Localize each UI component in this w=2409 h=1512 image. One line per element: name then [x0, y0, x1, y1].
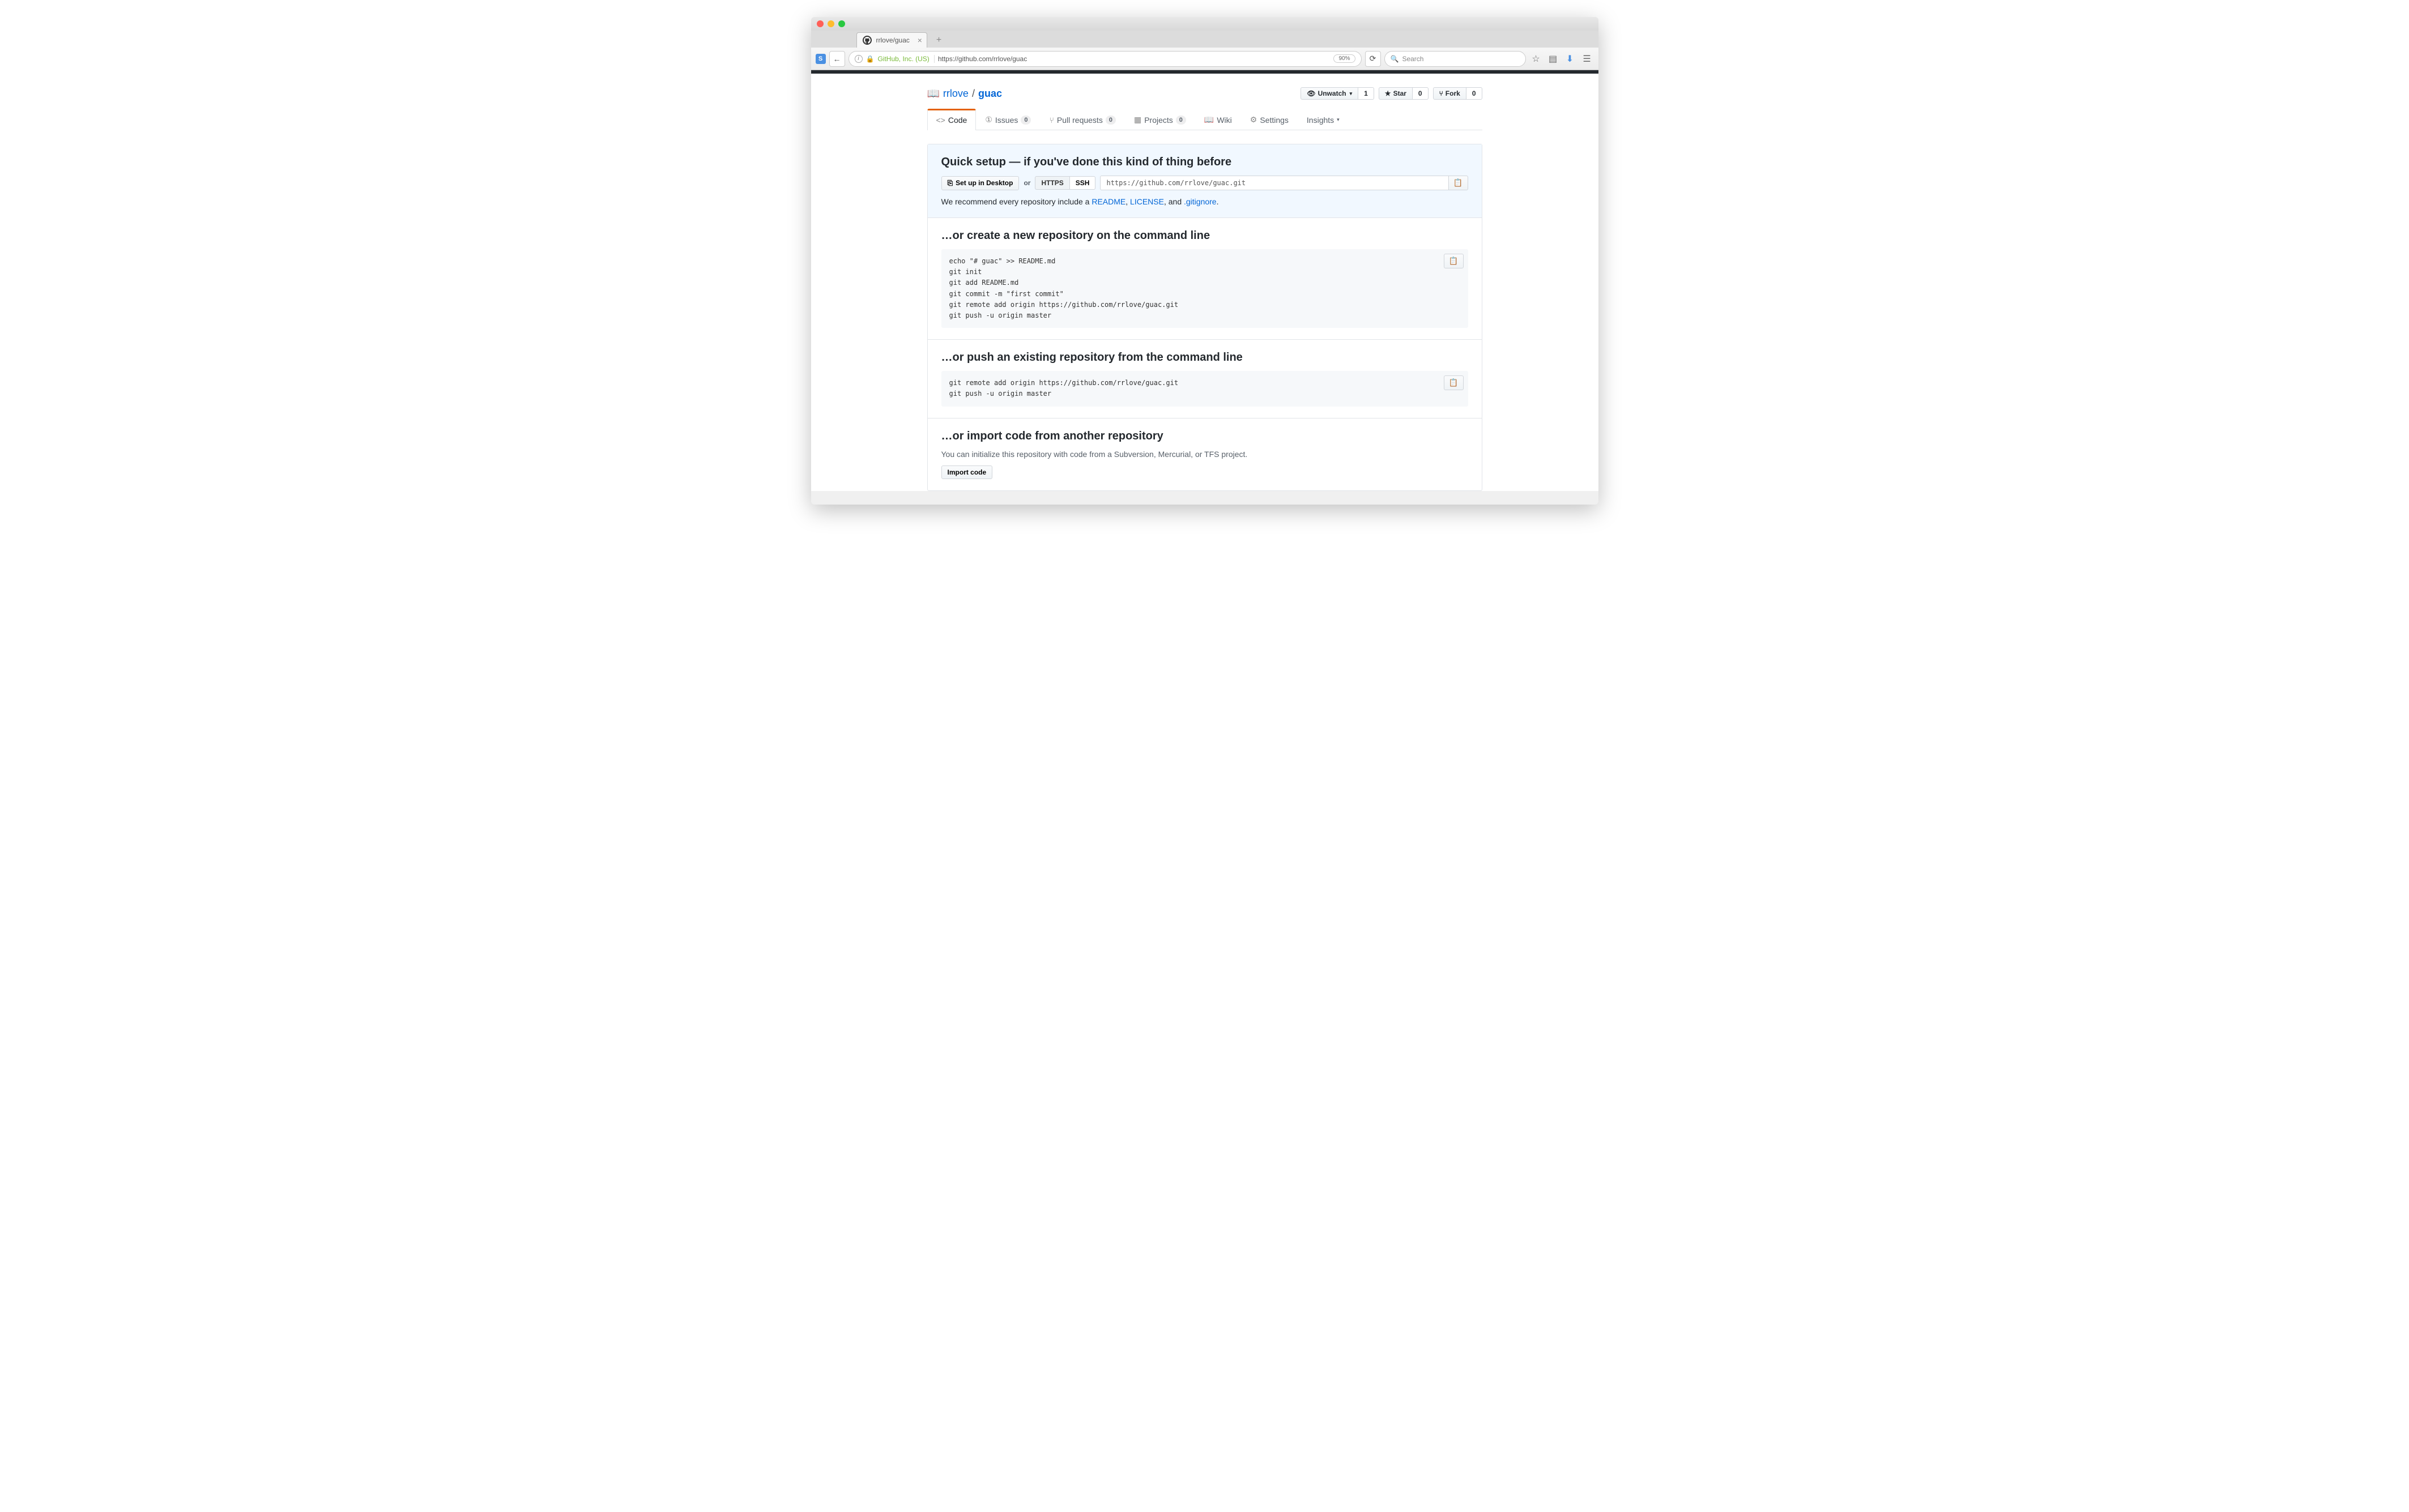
- projects-icon: ▦: [1134, 115, 1141, 125]
- protocol-toggle: HTTPS SSH: [1035, 176, 1095, 190]
- lock-icon: 🔒: [866, 55, 875, 63]
- search-bar[interactable]: 🔍 Search: [1384, 51, 1526, 67]
- clipboard-icon: 📋: [1449, 257, 1459, 265]
- back-button[interactable]: ←: [829, 51, 845, 67]
- issues-icon: ①: [985, 115, 992, 125]
- nav-insights[interactable]: Insights ▾: [1298, 109, 1349, 130]
- minimize-window-icon[interactable]: [828, 20, 834, 27]
- nav-code[interactable]: <>Code: [927, 109, 977, 130]
- repo-name: 📖 rrlove / guac: [927, 88, 1002, 100]
- push-code-block: 📋git remote add origin https://github.co…: [941, 371, 1468, 406]
- star-icon: ★: [1385, 89, 1391, 97]
- repo-actions: 👁Unwatch 1 ★Star 0 ⑂Fork 0: [1301, 87, 1482, 100]
- fork-button[interactable]: ⑂Fork: [1433, 87, 1466, 100]
- new-tab-button[interactable]: +: [932, 33, 946, 48]
- or-text: or: [1024, 179, 1030, 187]
- mac-titlebar: [811, 17, 1598, 31]
- bookmark-star-icon[interactable]: ☆: [1529, 52, 1543, 66]
- nav-settings[interactable]: ⚙Settings: [1241, 109, 1298, 130]
- menu-icon[interactable]: ☰: [1580, 52, 1594, 66]
- fork-button-group: ⑂Fork 0: [1433, 87, 1482, 100]
- repo-owner-link[interactable]: rrlove: [943, 88, 969, 100]
- quick-setup-heading: Quick setup — if you've done this kind o…: [941, 156, 1468, 169]
- recommend-text: We recommend every repository include a …: [941, 197, 1468, 206]
- desktop-icon: ⎘: [948, 179, 953, 187]
- quick-setup-section: Quick setup — if you've done this kind o…: [928, 144, 1482, 218]
- clipboard-icon: 📋: [1449, 378, 1459, 387]
- browser-tabbar: rrlove/guac × +: [811, 31, 1598, 48]
- site-identity: GitHub, Inc. (US): [877, 55, 934, 63]
- push-repo-section: …or push an existing repository from the…: [928, 340, 1482, 418]
- url-bar[interactable]: i 🔒 GitHub, Inc. (US) https://github.com…: [849, 51, 1362, 67]
- code-icon: <>: [936, 116, 945, 125]
- refresh-button[interactable]: ⟳: [1365, 51, 1381, 67]
- create-heading: …or create a new repository on the comma…: [941, 229, 1468, 242]
- pocket-icon[interactable]: ▤: [1546, 52, 1560, 66]
- watch-count[interactable]: 1: [1358, 87, 1374, 100]
- fork-count[interactable]: 0: [1466, 87, 1482, 100]
- search-engine-icon: 🔍: [1391, 55, 1399, 63]
- copy-create-button[interactable]: 📋: [1444, 254, 1464, 268]
- nav-projects[interactable]: ▦Projects0: [1125, 109, 1195, 130]
- clipboard-icon: 📋: [1453, 178, 1463, 187]
- eye-icon: 👁: [1307, 89, 1315, 97]
- https-toggle[interactable]: HTTPS: [1035, 176, 1069, 190]
- star-count[interactable]: 0: [1413, 87, 1429, 100]
- browser-tab[interactable]: rrlove/guac ×: [856, 32, 927, 48]
- close-window-icon[interactable]: [817, 20, 824, 27]
- close-tab-icon[interactable]: ×: [918, 36, 922, 45]
- watch-button-group: 👁Unwatch 1: [1301, 87, 1374, 100]
- import-heading: …or import code from another repository: [941, 430, 1468, 443]
- path-separator: /: [972, 88, 975, 100]
- info-icon[interactable]: i: [855, 55, 863, 63]
- maximize-window-icon[interactable]: [838, 20, 845, 27]
- gear-icon: ⚙: [1250, 115, 1257, 125]
- setup-box: Quick setup — if you've done this kind o…: [927, 144, 1482, 491]
- import-help: You can initialize this repository with …: [941, 450, 1468, 459]
- fork-icon: ⑂: [1439, 89, 1443, 97]
- browser-window: rrlove/guac × + S ← i 🔒 GitHub, Inc. (US…: [811, 17, 1598, 505]
- pull-request-icon: ⑂: [1049, 116, 1054, 125]
- search-placeholder: Search: [1402, 55, 1423, 63]
- url-text: https://github.com/rrlove/guac: [938, 55, 1027, 63]
- wiki-icon: 📖: [1204, 115, 1214, 125]
- page-content: 📖 rrlove / guac 👁Unwatch 1 ★Star 0: [811, 74, 1598, 491]
- chevron-down-icon: ▾: [1337, 117, 1340, 123]
- create-repo-section: …or create a new repository on the comma…: [928, 218, 1482, 340]
- repo-name-link[interactable]: guac: [978, 88, 1002, 100]
- import-code-button[interactable]: Import code: [941, 465, 993, 479]
- copy-clone-url-button[interactable]: 📋: [1449, 176, 1468, 190]
- nav-wiki[interactable]: 📖Wiki: [1195, 109, 1241, 130]
- license-link[interactable]: LICENSE: [1130, 197, 1164, 206]
- repo-header: 📖 rrlove / guac 👁Unwatch 1 ★Star 0: [927, 74, 1482, 130]
- tab-title: rrlove/guac: [876, 36, 910, 44]
- star-button-group: ★Star 0: [1379, 87, 1429, 100]
- unwatch-button[interactable]: 👁Unwatch: [1301, 87, 1358, 100]
- zoom-badge[interactable]: 90%: [1333, 54, 1355, 63]
- star-button[interactable]: ★Star: [1379, 87, 1413, 100]
- nav-pull-requests[interactable]: ⑂Pull requests0: [1040, 109, 1124, 130]
- push-heading: …or push an existing repository from the…: [941, 351, 1468, 364]
- gitignore-link[interactable]: .gitignore: [1184, 197, 1217, 206]
- nav-issues[interactable]: ①Issues0: [976, 109, 1040, 130]
- repo-icon: 📖: [927, 88, 940, 100]
- readme-link[interactable]: README: [1091, 197, 1125, 206]
- clone-url-box: 📋: [1100, 176, 1468, 190]
- copy-push-button[interactable]: 📋: [1444, 375, 1464, 390]
- github-favicon-icon: [863, 36, 872, 45]
- create-code-block: 📋echo "# guac" >> README.md git init git…: [941, 249, 1468, 328]
- repo-nav: <>Code ①Issues0 ⑂Pull requests0 ▦Project…: [927, 109, 1482, 130]
- import-section: …or import code from another repository …: [928, 418, 1482, 490]
- clone-url-input[interactable]: [1100, 176, 1448, 190]
- extension-s-icon[interactable]: S: [816, 54, 826, 64]
- downloads-icon[interactable]: ⬇: [1563, 52, 1577, 66]
- setup-desktop-button[interactable]: ⎘Set up in Desktop: [941, 176, 1020, 190]
- browser-toolbar: S ← i 🔒 GitHub, Inc. (US) https://github…: [811, 48, 1598, 70]
- ssh-toggle[interactable]: SSH: [1070, 176, 1096, 190]
